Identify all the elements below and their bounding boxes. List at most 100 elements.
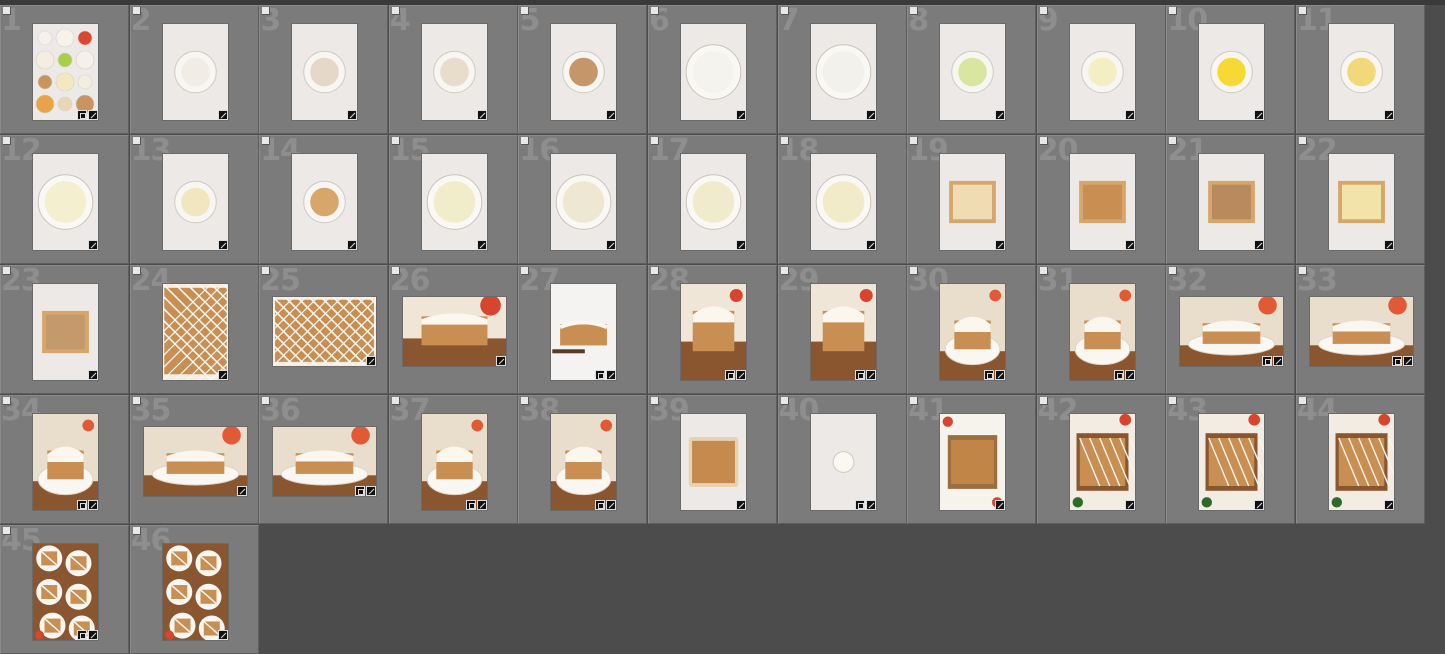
photo-cell-17[interactable]: 17 [648,134,777,264]
photo-thumbnail[interactable] [1199,154,1265,250]
photo-cell-22[interactable]: 22 [1296,134,1425,264]
photo-cell-34[interactable]: 34 [0,394,129,524]
photo-thumbnail[interactable] [1069,154,1135,250]
flag-icon[interactable] [651,397,659,405]
photo-cell-33[interactable]: 33 [1296,264,1425,394]
photo-cell-31[interactable]: 31 [1036,264,1166,394]
flag-icon[interactable] [1039,267,1048,275]
photo-thumbnail[interactable] [33,154,98,250]
photo-cell-11[interactable]: 11 [1296,4,1425,134]
develop-adjust-icon[interactable] [1124,370,1135,380]
photo-cell-43[interactable]: 43 [1166,394,1296,524]
photo-cell-38[interactable]: 38 [518,394,648,524]
photo-thumbnail[interactable] [810,284,876,380]
collection-badge-icon[interactable] [1113,370,1124,380]
photo-cell-42[interactable]: 42 [1036,394,1166,524]
photo-cell-35[interactable]: 35 [129,394,259,524]
photo-cell-21[interactable]: 21 [1166,134,1296,264]
photo-thumbnail[interactable] [810,24,876,120]
collection-badge-icon[interactable] [77,110,87,120]
flag-icon[interactable] [391,267,400,275]
develop-adjust-icon[interactable] [88,500,98,510]
flag-icon[interactable] [1169,267,1178,275]
photo-thumbnail[interactable] [681,414,746,510]
develop-adjust-icon[interactable] [88,370,98,380]
flag-icon[interactable] [1299,267,1307,275]
photo-thumbnail[interactable] [1199,414,1265,510]
photo-thumbnail[interactable] [162,544,228,640]
photo-cell-23[interactable]: 23 [0,264,129,394]
photo-thumbnail[interactable] [162,284,228,380]
develop-adjust-icon[interactable] [606,110,617,120]
photo-cell-13[interactable]: 13 [129,134,259,264]
develop-adjust-icon[interactable] [1384,240,1394,250]
collection-badge-icon[interactable] [984,370,995,380]
develop-adjust-icon[interactable] [995,110,1006,120]
develop-adjust-icon[interactable] [88,630,98,640]
flag-icon[interactable] [1299,137,1307,145]
flag-icon[interactable] [910,137,919,145]
photo-cell-20[interactable]: 20 [1036,134,1166,264]
photo-thumbnail[interactable] [1069,284,1135,380]
develop-adjust-icon[interactable] [1384,500,1394,510]
photo-cell-41[interactable]: 41 [907,394,1037,524]
flag-icon[interactable] [132,527,141,535]
photo-thumbnail[interactable] [292,24,358,120]
photo-thumbnail[interactable] [551,414,617,510]
photo-thumbnail[interactable] [162,154,228,250]
flag-icon[interactable] [521,137,530,145]
photo-cell-15[interactable]: 15 [388,134,518,264]
develop-adjust-icon[interactable] [865,500,876,510]
photo-cell-24[interactable]: 24 [129,264,259,394]
flag-icon[interactable] [132,267,141,275]
collection-badge-icon[interactable] [465,500,476,510]
flag-icon[interactable] [3,7,11,15]
photo-cell-12[interactable]: 12 [0,134,129,264]
flag-icon[interactable] [3,137,11,145]
flag-icon[interactable] [3,527,11,535]
develop-adjust-icon[interactable] [865,370,876,380]
photo-cell-4[interactable]: 4 [388,4,518,134]
flag-icon[interactable] [391,397,400,405]
photo-cell-32[interactable]: 32 [1166,264,1296,394]
photo-thumbnail[interactable] [940,24,1006,120]
develop-adjust-icon[interactable] [736,110,746,120]
develop-adjust-icon[interactable] [217,110,228,120]
flag-icon[interactable] [521,267,530,275]
photo-thumbnail[interactable] [681,24,746,120]
flag-icon[interactable] [651,7,659,15]
photo-thumbnail[interactable] [1310,297,1413,366]
develop-adjust-icon[interactable] [606,370,617,380]
photo-thumbnail[interactable] [33,544,98,640]
photo-thumbnail[interactable] [940,284,1006,380]
develop-adjust-icon[interactable] [476,240,487,250]
flag-icon[interactable] [1039,7,1048,15]
photo-thumbnail[interactable] [33,284,98,380]
develop-adjust-icon[interactable] [736,500,746,510]
flag-icon[interactable] [262,137,271,145]
photo-cell-28[interactable]: 28 [648,264,777,394]
photo-thumbnail[interactable] [940,154,1006,250]
photo-cell-37[interactable]: 37 [388,394,518,524]
flag-icon[interactable] [1039,397,1048,405]
develop-adjust-icon[interactable] [1124,240,1135,250]
develop-adjust-icon[interactable] [606,500,617,510]
photo-thumbnail[interactable] [810,414,876,510]
flag-icon[interactable] [521,397,530,405]
develop-adjust-icon[interactable] [1124,500,1135,510]
photo-cell-16[interactable]: 16 [518,134,648,264]
photo-thumbnail[interactable] [1180,297,1284,366]
photo-thumbnail[interactable] [421,24,487,120]
flag-icon[interactable] [262,267,271,275]
collection-badge-icon[interactable] [77,630,87,640]
flag-icon[interactable] [1169,397,1178,405]
flag-icon[interactable] [391,137,400,145]
develop-adjust-icon[interactable] [347,110,358,120]
photo-cell-27[interactable]: 27 [518,264,648,394]
photo-thumbnail[interactable] [810,154,876,250]
flag-icon[interactable] [132,7,141,15]
photo-cell-40[interactable]: 40 [777,394,907,524]
photo-cell-39[interactable]: 39 [648,394,777,524]
develop-adjust-icon[interactable] [606,240,617,250]
collection-badge-icon[interactable] [725,370,735,380]
